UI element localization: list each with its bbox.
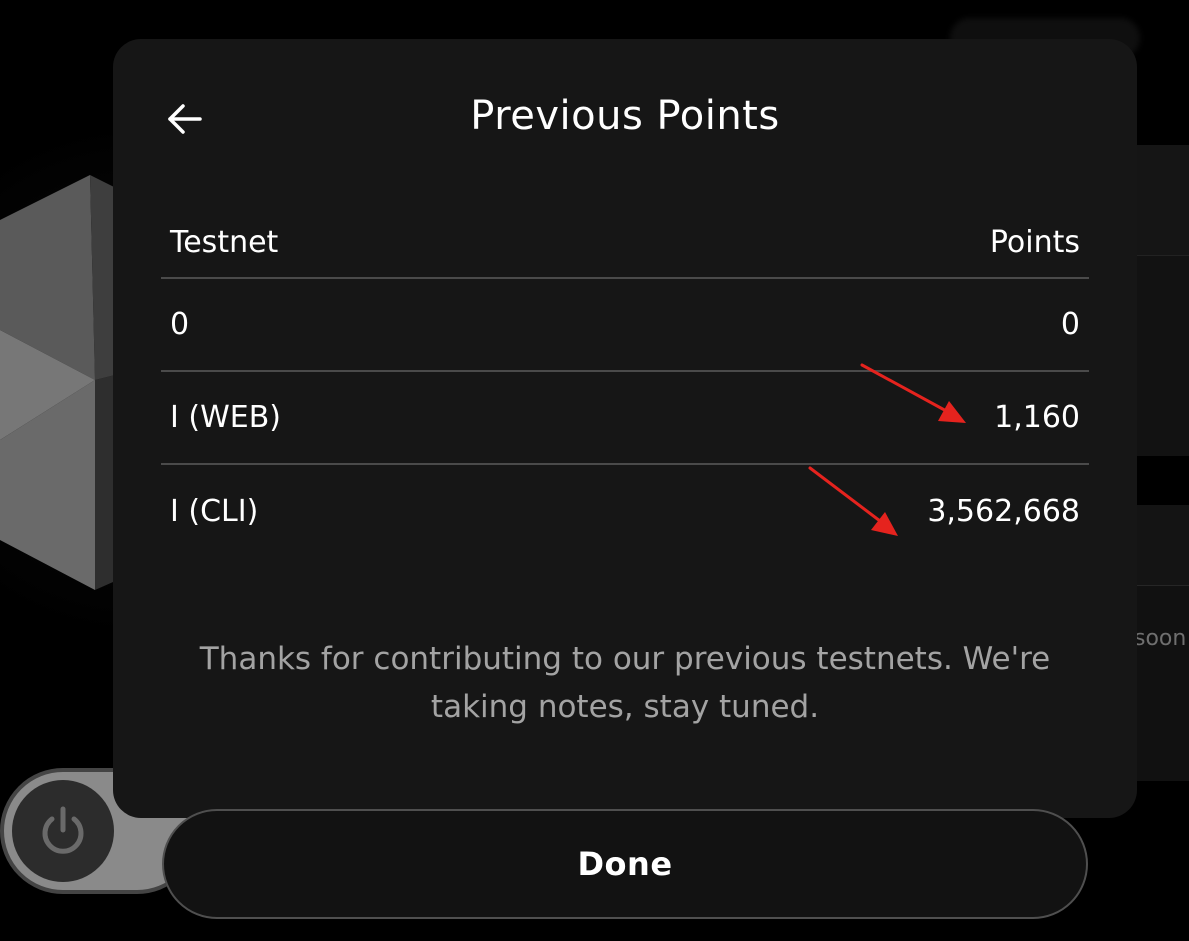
- points-table: Testnet Points 0 0 I (WEB) 1,160 I (CLI)…: [161, 207, 1089, 558]
- points-cell: 3,562,668: [927, 494, 1080, 529]
- power-icon: [42, 806, 84, 854]
- modal-title: Previous Points: [470, 93, 780, 139]
- app-screen: soon Previous Points Testnet Points 0 0 …: [0, 0, 1189, 941]
- points-cell: 0: [1060, 307, 1080, 342]
- table-row: I (CLI) 3,562,668: [161, 465, 1089, 558]
- testnet-cell: 0: [170, 307, 190, 342]
- background-card: [1130, 586, 1189, 781]
- background-card: [1130, 256, 1189, 456]
- testnet-cell: I (CLI): [170, 494, 259, 529]
- done-button[interactable]: Done: [162, 809, 1088, 919]
- column-header-points: Points: [989, 224, 1080, 260]
- previous-points-modal: Previous Points Testnet Points 0 0 I (WE…: [113, 39, 1137, 818]
- testnet-cell: I (WEB): [170, 400, 281, 435]
- column-header-testnet: Testnet: [170, 224, 279, 260]
- thanks-message: Thanks for contributing to our previous …: [199, 641, 1051, 725]
- background-card: [1130, 145, 1189, 256]
- points-cell: 1,160: [994, 400, 1080, 435]
- background-partial-text: soon: [1134, 626, 1187, 651]
- table-row: 0 0: [161, 279, 1089, 372]
- background-card: [1130, 505, 1189, 586]
- table-header-row: Testnet Points: [161, 207, 1089, 279]
- table-row: I (WEB) 1,160: [161, 372, 1089, 465]
- power-toggle-knob: [12, 780, 114, 882]
